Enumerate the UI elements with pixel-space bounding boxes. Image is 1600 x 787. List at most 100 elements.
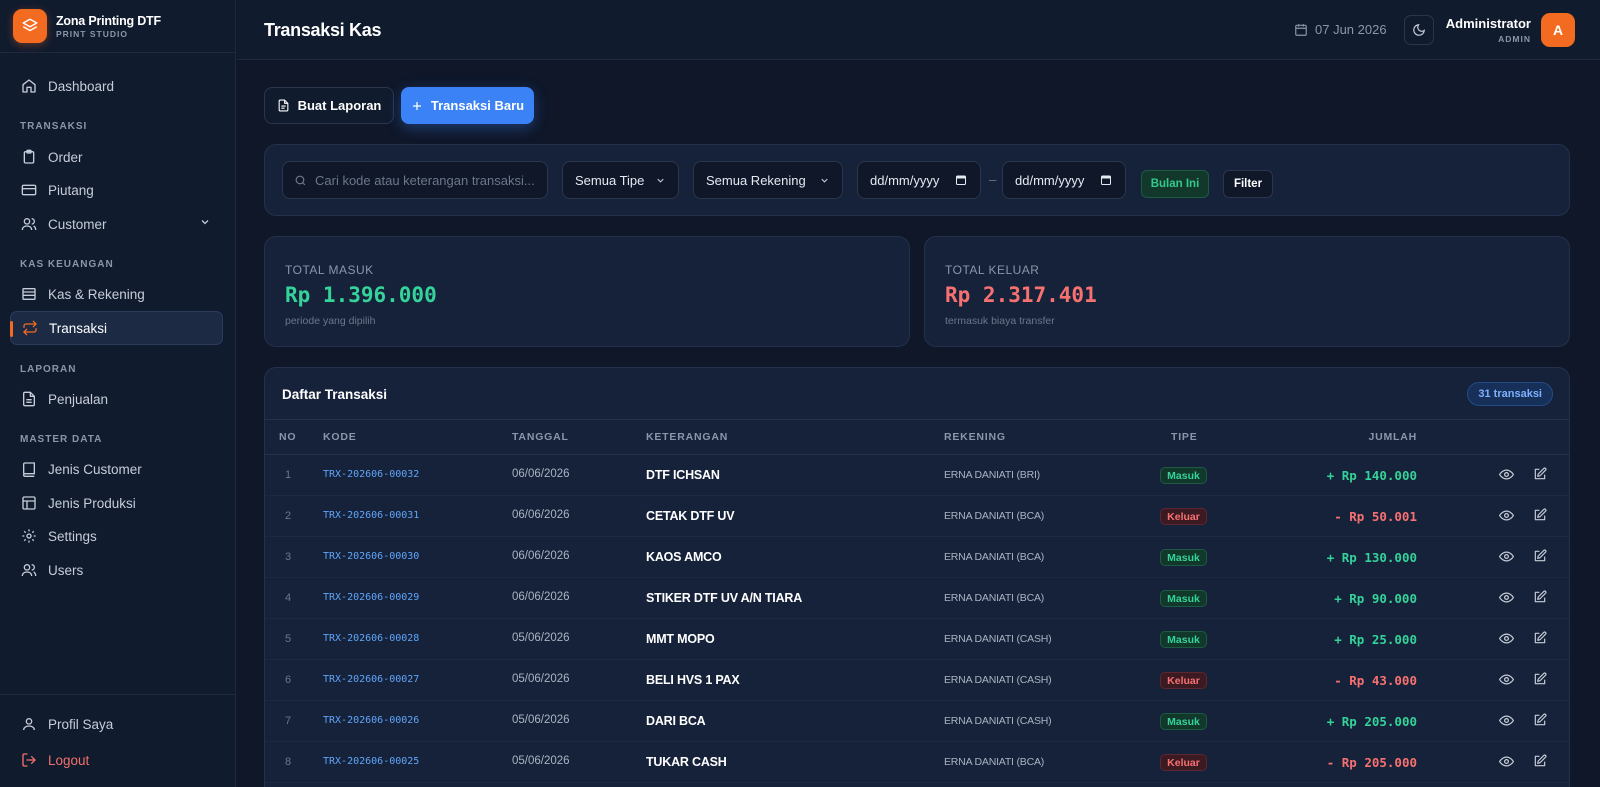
transaction-code[interactable]: TRX-202606-00027 [323, 674, 419, 685]
eye-icon[interactable] [1498, 590, 1515, 608]
transaction-code[interactable]: TRX-202606-00025 [323, 756, 419, 767]
row-number: 8 [285, 756, 292, 768]
edit-icon[interactable] [1533, 508, 1547, 525]
date-to-input[interactable]: dd/mm/yyyy [1002, 161, 1126, 199]
column-header-date[interactable]: TANGGAL [512, 431, 569, 443]
column-header-no[interactable]: NO [279, 431, 296, 443]
moon-icon [1413, 24, 1425, 36]
eye-icon[interactable] [1498, 672, 1515, 690]
date-from-input[interactable]: dd/mm/yyyy [857, 161, 981, 199]
transaction-desc: DTF ICHSAN [646, 468, 720, 482]
sidebar-item-dashboard[interactable]: Dashboard [10, 69, 223, 103]
sidebar-item-penjualan[interactable]: Penjualan [10, 382, 223, 416]
table-row[interactable]: 3 TRX-202606-00030 06/06/2026 KAOS AMCO ERNA… [265, 537, 1569, 578]
edit-icon[interactable] [1533, 631, 1547, 648]
type-badge: Masuk [1160, 631, 1207, 648]
transaction-amount: + Rp 205.000 [1326, 714, 1417, 729]
table-row[interactable]: 8 TRX-202606-00025 05/06/2026 TUKAR CASH ERN… [265, 742, 1569, 783]
user-icon [20, 715, 38, 733]
eye-icon[interactable] [1498, 508, 1515, 526]
sidebar-item-order[interactable]: Order [10, 140, 223, 174]
edit-icon[interactable] [1533, 549, 1547, 566]
page-title: Transaksi Kas [264, 20, 382, 40]
section-label-kas: KAS KEUANGAN [20, 259, 114, 270]
eye-icon[interactable] [1498, 631, 1515, 649]
sidebar-item-label: Penjualan [48, 391, 109, 407]
calendar-icon [956, 175, 966, 185]
edit-icon[interactable] [1533, 672, 1547, 689]
sidebar-item-transaksi[interactable]: Transaksi [10, 311, 223, 345]
transaction-account: ERNA DANIATI (BRI) [944, 469, 1040, 481]
search-input[interactable]: Cari kode atau keterangan transaksi... [282, 161, 548, 199]
current-date: 07 Jun 2026 [1294, 22, 1387, 37]
filter-button[interactable]: Filter [1223, 170, 1273, 198]
column-header-amount[interactable]: JUMLAH [1368, 431, 1417, 443]
table-row[interactable]: 6 TRX-202606-00027 05/06/2026 BELI HVS 1 PA… [265, 660, 1569, 701]
table-row[interactable]: 4 TRX-202606-00029 06/06/2026 STIKER DTF UV… [265, 578, 1569, 619]
table-row[interactable]: 1 TRX-202606-00032 06/06/2026 DTF ICHSAN ERN… [265, 455, 1569, 496]
type-badge: Masuk [1160, 549, 1207, 566]
edit-icon[interactable] [1533, 590, 1547, 607]
transaction-account: ERNA DANIATI (BCA) [944, 551, 1045, 563]
date-separator: – [989, 172, 997, 187]
book-icon [20, 460, 38, 478]
transaction-amount: + Rp 25.000 [1334, 632, 1417, 647]
database-icon [20, 285, 38, 303]
transaction-code[interactable]: TRX-202606-00032 [323, 469, 419, 480]
create-report-button[interactable]: Buat Laporan [264, 87, 394, 124]
edit-icon[interactable] [1533, 467, 1547, 484]
type-badge: Masuk [1160, 713, 1207, 730]
column-header-code[interactable]: KODE [323, 431, 357, 443]
search-icon [295, 175, 306, 185]
edit-icon[interactable] [1533, 754, 1547, 771]
type-select[interactable]: Semua Tipe [562, 161, 679, 199]
transaction-code[interactable]: TRX-202606-00026 [323, 715, 419, 726]
section-label-master: MASTER DATA [20, 434, 103, 445]
eye-icon[interactable] [1498, 467, 1515, 485]
new-transaction-button[interactable]: Transaksi Baru [401, 87, 534, 124]
sidebar-item-piutang[interactable]: Piutang [10, 173, 223, 207]
eye-icon[interactable] [1498, 549, 1515, 567]
transaction-desc: BELI HVS 1 PAX [646, 673, 740, 687]
column-header-account[interactable]: REKENING [944, 431, 1006, 443]
sidebar-item-customer[interactable]: Customer [10, 207, 223, 241]
sidebar-item-kas-rekening[interactable]: Kas & Rekening [10, 277, 223, 311]
column-header-desc[interactable]: KETERANGAN [646, 431, 728, 443]
account-select[interactable]: Semua Rekening [693, 161, 843, 199]
sidebar-item-settings[interactable]: Settings [10, 519, 223, 553]
transaction-amount: + Rp 90.000 [1334, 591, 1417, 606]
table-row[interactable]: 7 TRX-202606-00026 05/06/2026 DARI BCA ERNA … [265, 701, 1569, 742]
calendar-icon [1295, 23, 1307, 36]
eye-icon[interactable] [1498, 713, 1515, 731]
transaction-code[interactable]: TRX-202606-00031 [323, 510, 419, 521]
sidebar-item-profil[interactable]: Profil Saya [10, 707, 223, 741]
transaction-desc: CETAK DTF UV [646, 509, 735, 523]
brand: Zona Printing DTF PRINT STUDIO [0, 0, 235, 53]
date-from-value: dd/mm/yyyy [870, 172, 940, 188]
sidebar-item-label: Profil Saya [48, 716, 114, 732]
transaction-code[interactable]: TRX-202606-00028 [323, 633, 419, 644]
sidebar-item-logout[interactable]: Logout [10, 743, 223, 777]
table-row[interactable]: 2 TRX-202606-00031 06/06/2026 CETAK DTF UV E… [265, 496, 1569, 537]
transaction-date: 06/06/2026 [512, 509, 570, 521]
transaction-desc: TUKAR CASH [646, 755, 727, 769]
chevron-down-icon [821, 178, 828, 183]
eye-icon[interactable] [1498, 754, 1515, 772]
date-text: 07 Jun 2026 [1315, 22, 1387, 37]
stat-note: termasuk biaya transfer [945, 315, 1055, 327]
sidebar-item-jenis-produksi[interactable]: Jenis Produksi [10, 486, 223, 520]
avatar[interactable]: A [1541, 13, 1575, 47]
sidebar: Zona Printing DTF PRINT STUDIO Dashboard… [0, 0, 236, 787]
sidebar-item-jenis-customer[interactable]: Jenis Customer [10, 452, 223, 486]
transaction-date: 05/06/2026 [512, 714, 570, 726]
sidebar-item-users[interactable]: Users [10, 553, 223, 587]
theme-toggle-button[interactable] [1404, 15, 1434, 45]
column-header-type[interactable]: TIPE [1171, 431, 1198, 443]
scrollbar[interactable] [1592, 60, 1600, 787]
edit-icon[interactable] [1533, 713, 1547, 730]
transaction-code[interactable]: TRX-202606-00029 [323, 592, 419, 603]
transaction-code[interactable]: TRX-202606-00030 [323, 551, 419, 562]
this-month-button[interactable]: Bulan Ini [1141, 170, 1209, 198]
table-row[interactable]: 5 TRX-202606-00028 05/06/2026 MMT MOPO ERNA … [265, 619, 1569, 660]
row-number: 7 [285, 715, 292, 727]
